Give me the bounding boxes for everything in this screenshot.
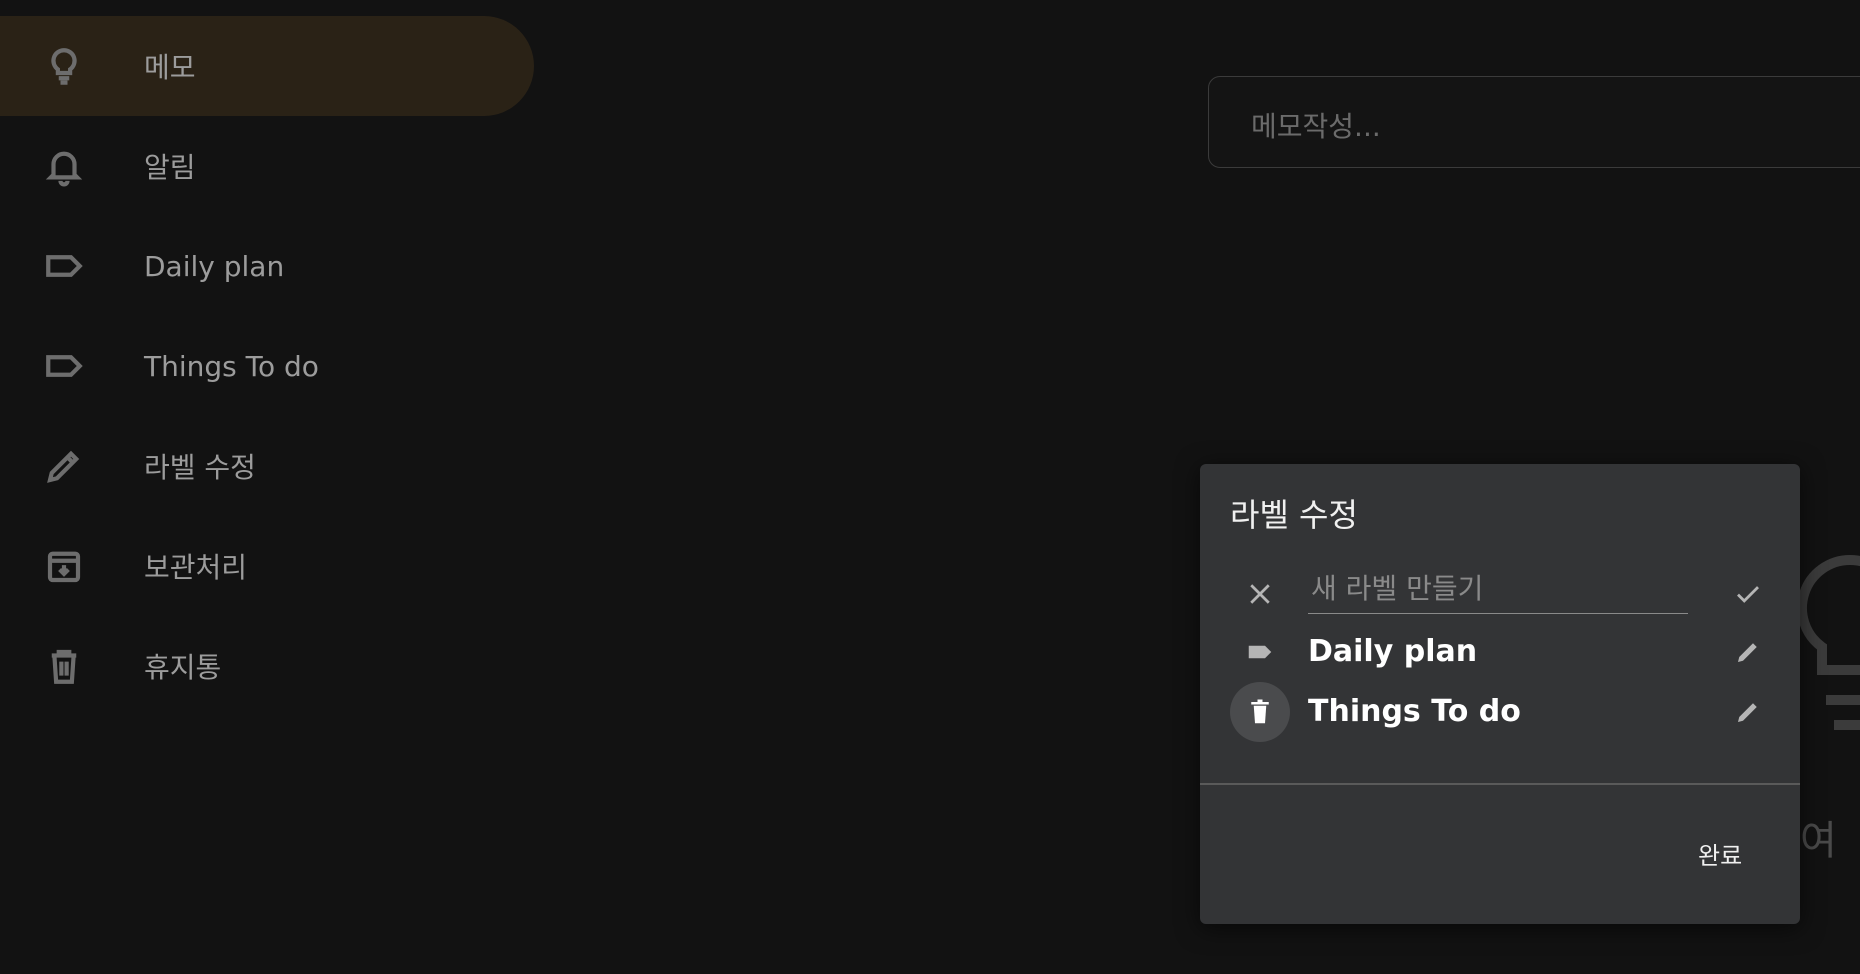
lightbulb-icon bbox=[40, 42, 88, 90]
empty-state-text: 여 bbox=[1800, 818, 1837, 864]
dialog-divider bbox=[1200, 783, 1800, 785]
new-label-row bbox=[1200, 564, 1800, 626]
sidebar-item-label: 라벨 수정 bbox=[144, 451, 256, 484]
edit-label-button[interactable] bbox=[1718, 682, 1778, 742]
pencil-icon bbox=[1738, 703, 1757, 722]
sidebar: 메모 알림 Daily plan Things To do 라벨 수정 보관처리 bbox=[0, 16, 540, 716]
new-label-input[interactable] bbox=[1308, 564, 1688, 614]
label-icon bbox=[40, 342, 88, 390]
label-icon bbox=[40, 242, 88, 290]
delete-label-button[interactable] bbox=[1230, 682, 1290, 742]
dialog-title: 라벨 수정 bbox=[1230, 496, 1358, 534]
sidebar-item-label: 메모 bbox=[144, 51, 196, 84]
note-input[interactable]: 메모작성... bbox=[1208, 76, 1860, 168]
label-row: Things To do bbox=[1200, 682, 1800, 744]
sidebar-item-reminders[interactable]: 알림 bbox=[0, 116, 534, 216]
cancel-new-label-button[interactable] bbox=[1230, 564, 1290, 624]
confirm-new-label-button[interactable] bbox=[1718, 564, 1778, 624]
label-name[interactable]: Things To do bbox=[1308, 694, 1521, 729]
sidebar-item-archive[interactable]: 보관처리 bbox=[0, 516, 534, 616]
trash-icon bbox=[40, 642, 88, 690]
label-tag-button[interactable] bbox=[1230, 622, 1290, 682]
trash-icon bbox=[1251, 699, 1269, 724]
sidebar-item-label: Daily plan bbox=[144, 249, 285, 283]
sidebar-item-things-to-do[interactable]: Things To do bbox=[0, 316, 534, 416]
pencil-icon bbox=[40, 442, 88, 490]
sidebar-item-label: Things To do bbox=[144, 349, 319, 383]
sidebar-item-trash[interactable]: 휴지통 bbox=[0, 616, 534, 716]
sidebar-item-memo[interactable]: 메모 bbox=[0, 16, 534, 116]
sidebar-item-label: 보관처리 bbox=[144, 551, 248, 584]
edit-labels-dialog: 라벨 수정 Daily plan Things To do 완료 bbox=[1200, 464, 1800, 924]
label-filled-icon bbox=[1248, 645, 1272, 659]
done-button[interactable]: 완료 bbox=[1690, 832, 1750, 875]
archive-icon bbox=[40, 542, 88, 590]
sidebar-item-label: 휴지통 bbox=[144, 651, 222, 684]
close-icon bbox=[1250, 584, 1270, 604]
sidebar-item-edit-labels[interactable]: 라벨 수정 bbox=[0, 416, 534, 516]
sidebar-item-label: 알림 bbox=[144, 151, 196, 184]
check-icon bbox=[1737, 586, 1759, 603]
edit-label-button[interactable] bbox=[1718, 622, 1778, 682]
label-row: Daily plan bbox=[1200, 622, 1800, 684]
note-input-placeholder: 메모작성... bbox=[1251, 110, 1381, 143]
label-name[interactable]: Daily plan bbox=[1308, 634, 1477, 669]
sidebar-item-daily-plan[interactable]: Daily plan bbox=[0, 216, 534, 316]
bell-icon bbox=[40, 142, 88, 190]
empty-state-lightbulb-icon bbox=[1790, 540, 1860, 780]
pencil-icon bbox=[1738, 643, 1757, 662]
